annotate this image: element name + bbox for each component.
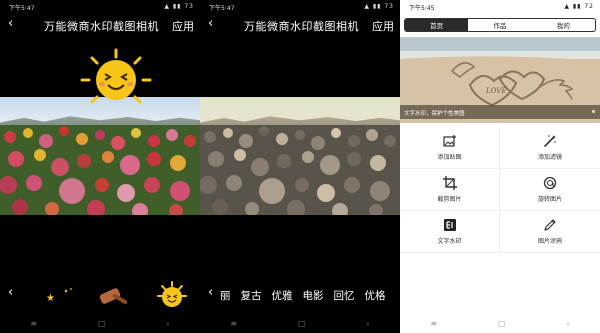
filter-item[interactable]: 丽 xyxy=(220,288,231,302)
menu-nav-button[interactable]: ≡ xyxy=(30,319,37,328)
banner-caption: 文字水印，保护个性美图 xyxy=(400,105,600,119)
add-filter-button[interactable]: 添加滤镜 xyxy=(500,127,600,169)
status-bar: 下午5:47 ▲ ▮▮ 73 xyxy=(0,0,200,14)
app-title: 万能微商水印截图相机 xyxy=(244,20,359,33)
add-image-icon xyxy=(442,135,456,147)
status-indicators: ▲ ▮▮ 72 xyxy=(564,3,594,10)
back-nav-button[interactable]: ‹ xyxy=(566,319,569,328)
photo-flower-field xyxy=(200,125,400,215)
status-time: 下午5:47 xyxy=(9,5,35,12)
sticker-editor-screen: 下午5:47 ▲ ▮▮ 73 ‹ 万能微商水印截图相机 应用 ‹ ★ ≡ ▢ ‹ xyxy=(0,0,200,333)
menu-nav-button[interactable]: ≡ xyxy=(230,319,237,328)
status-time: 下午5:45 xyxy=(409,5,435,12)
home-screen: 下午5:45 ▲ ▮▮ 72 首页 作品 我的 LOVE 文字水印，保护个性美图 xyxy=(400,0,600,333)
top-bar: ‹ 万能微商水印截图相机 应用 xyxy=(0,14,200,36)
flowers-graphic xyxy=(200,125,400,215)
menu-nav-button[interactable]: ≡ xyxy=(430,319,437,328)
banner-page-dot xyxy=(592,110,595,113)
edited-photo xyxy=(0,97,200,215)
filter-item[interactable]: 电影 xyxy=(303,288,324,302)
doodle-button[interactable]: 图片涂鸦 xyxy=(500,211,600,253)
toolbar-back-button[interactable]: ‹ xyxy=(208,285,213,300)
magic-wand-icon xyxy=(544,135,556,147)
filtered-photo xyxy=(200,97,400,215)
tab-mine[interactable]: 我的 xyxy=(532,19,595,31)
star-sticker-icon[interactable]: ★ xyxy=(44,287,74,303)
text-watermark-label: 文字水印 xyxy=(437,238,462,245)
sun-sticker-thumb-icon[interactable] xyxy=(154,281,190,311)
filter-list: 丽 复古 优雅 电影 回忆 优格 xyxy=(220,288,386,302)
feature-grid: 添加贴图 添加滤镜 截剪图片 旋转图片 文字水印 图片涂鸦 xyxy=(400,127,600,253)
toolbar-back-button[interactable]: ‹ xyxy=(8,285,13,300)
back-nav-button[interactable]: ‹ xyxy=(166,319,169,328)
flowers-graphic xyxy=(0,125,200,215)
system-nav-bar: ≡ ▢ ‹ xyxy=(400,314,600,332)
rotate-image-button[interactable]: 旋转图片 xyxy=(500,169,600,211)
svg-text:LOVE: LOVE xyxy=(485,87,506,95)
add-sticker-label: 添加贴图 xyxy=(437,154,462,161)
apply-button[interactable]: 应用 xyxy=(372,18,394,34)
apply-button[interactable]: 应用 xyxy=(172,18,194,34)
filter-editor-screen: 下午5:47 ▲ ▮▮ 73 ‹ 万能微商水印截图相机 应用 ‹ 丽 复古 优雅… xyxy=(200,0,400,333)
pencil-icon xyxy=(544,219,556,231)
status-indicators: ▲ ▮▮ 73 xyxy=(364,3,394,10)
filter-item[interactable]: 优格 xyxy=(365,288,386,302)
tab-home[interactable]: 首页 xyxy=(405,19,469,31)
back-button[interactable]: ‹ xyxy=(8,16,22,31)
svg-text:★: ★ xyxy=(46,293,55,303)
text-watermark-button[interactable]: 文字水印 xyxy=(400,211,500,253)
status-bar: 下午5:47 ▲ ▮▮ 73 xyxy=(200,0,400,14)
filter-item[interactable]: 回忆 xyxy=(334,288,355,302)
app-title: 万能微商水印截图相机 xyxy=(44,20,159,33)
sticker-toolbar: ‹ ★ xyxy=(0,281,200,311)
top-bar: ‹ 万能微商水印截图相机 应用 xyxy=(200,14,400,36)
photo-flower-field xyxy=(0,125,200,215)
filter-item[interactable]: 复古 xyxy=(241,288,262,302)
hammer-sticker-icon[interactable] xyxy=(96,283,132,309)
crop-image-button[interactable]: 截剪图片 xyxy=(400,169,500,211)
home-nav-button[interactable]: ▢ xyxy=(98,319,106,328)
filter-item[interactable]: 优雅 xyxy=(272,288,293,302)
crop-image-label: 截剪图片 xyxy=(437,196,462,203)
rotate-image-label: 旋转图片 xyxy=(537,196,562,203)
add-filter-label: 添加滤镜 xyxy=(537,154,562,161)
system-nav-bar: ≡ ▢ ‹ xyxy=(200,314,400,332)
add-sticker-button[interactable]: 添加贴图 xyxy=(400,127,500,169)
screenshot-collage: 下午5:47 ▲ ▮▮ 73 ‹ 万能微商水印截图相机 应用 ‹ ★ ≡ ▢ ‹… xyxy=(0,0,600,333)
status-indicators: ▲ ▮▮ 73 xyxy=(164,3,194,10)
tab-works[interactable]: 作品 xyxy=(468,19,531,31)
status-bar: 下午5:45 ▲ ▮▮ 72 xyxy=(400,0,600,14)
back-button[interactable]: ‹ xyxy=(208,16,222,31)
main-tabs: 首页 作品 我的 xyxy=(404,18,596,32)
system-nav-bar: ≡ ▢ ‹ xyxy=(0,314,200,332)
home-nav-button[interactable]: ▢ xyxy=(298,319,306,328)
text-watermark-icon xyxy=(443,219,456,231)
home-nav-button[interactable]: ▢ xyxy=(498,319,506,328)
sun-sticker-icon[interactable] xyxy=(72,48,160,112)
crop-icon xyxy=(442,176,457,190)
promo-banner[interactable]: LOVE 文字水印，保护个性美图 xyxy=(400,37,600,123)
doodle-label: 图片涂鸦 xyxy=(537,238,562,245)
status-time: 下午5:47 xyxy=(209,5,235,12)
rotate-icon xyxy=(543,176,557,190)
back-nav-button[interactable]: ‹ xyxy=(366,319,369,328)
